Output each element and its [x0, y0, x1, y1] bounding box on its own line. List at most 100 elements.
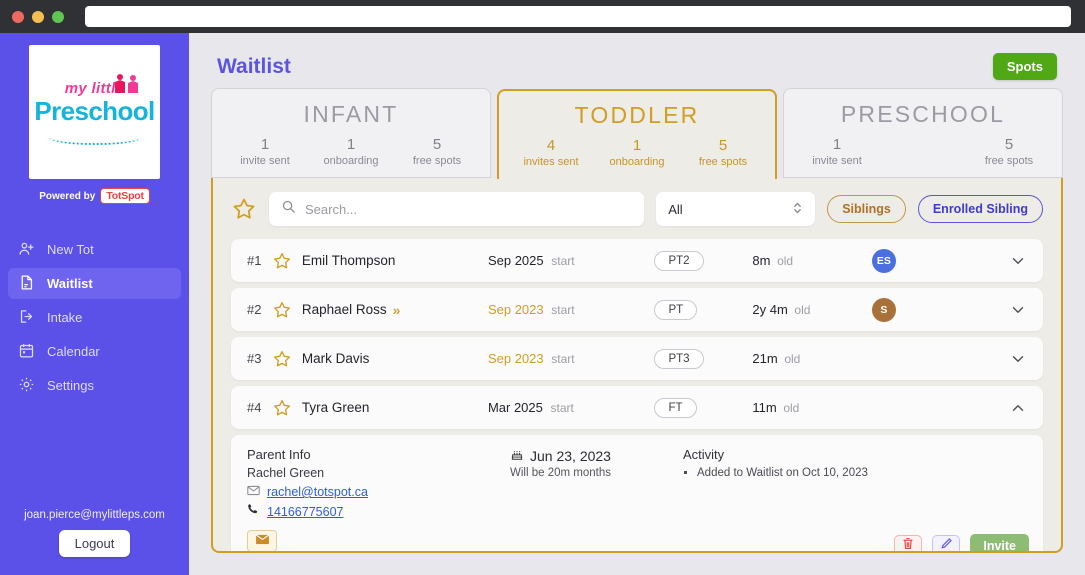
chevron-down-icon[interactable]	[1009, 301, 1027, 319]
chevron-down-icon[interactable]	[1009, 252, 1027, 270]
sidebar-item-waitlist[interactable]: Waitlist	[8, 268, 181, 299]
spots-button[interactable]: Spots	[993, 53, 1057, 80]
search-box[interactable]	[269, 192, 644, 226]
enrolled-sibling-filter-chip[interactable]: Enrolled Sibling	[918, 195, 1043, 223]
row-star-icon[interactable]	[272, 349, 301, 369]
row-schedule-tag: PT	[654, 300, 697, 320]
sidebar-item-new-tot[interactable]: New Tot	[8, 234, 181, 265]
page-header: Waitlist Spots	[189, 33, 1085, 88]
sidebar-item-label: Intake	[47, 310, 82, 325]
table-row[interactable]: #3 Mark Davis Sep 2023 start PT3	[231, 337, 1043, 380]
stat-label: invites sent	[508, 156, 594, 168]
stat-empty	[880, 136, 966, 167]
tab-infant[interactable]: INFANT 1 invite sent 1 onboarding 5 free…	[211, 88, 491, 178]
row-child-name: Tyra Green	[302, 400, 370, 415]
row-star-icon[interactable]	[272, 300, 301, 320]
tab-toddler[interactable]: TODDLER 4 invites sent 1 onboarding 5 fr…	[497, 89, 777, 179]
powered-by-label: Powered by	[39, 191, 95, 202]
close-window-button[interactable]	[12, 11, 24, 23]
activity-heading: Activity	[683, 447, 1027, 462]
table-row[interactable]: #2 Raphael Ross » Sep 2023 start	[231, 288, 1043, 331]
search-input[interactable]	[305, 202, 632, 217]
document-icon	[18, 274, 35, 294]
row-tag-cell: PT3	[654, 349, 752, 369]
minimize-window-button[interactable]	[32, 11, 44, 23]
stat-invites-sent: 4 invites sent	[508, 137, 594, 168]
row-rank: #2	[247, 302, 272, 317]
tab-preschool[interactable]: PRESCHOOL 1 invite sent 5 free spots	[783, 88, 1063, 178]
trash-icon	[902, 537, 914, 553]
row-schedule-tag: PT3	[654, 349, 703, 369]
stat-free-spots: 5 free spots	[680, 137, 766, 168]
sidebar-item-intake[interactable]: Intake	[8, 302, 181, 333]
logo-line-2: Preschool	[34, 96, 154, 127]
row-start-label: start	[551, 254, 574, 268]
sidebar-item-settings[interactable]: Settings	[8, 370, 181, 401]
parent-phone-line: 14166775607	[247, 503, 492, 521]
stat-free-spots: 5 free spots	[394, 136, 480, 167]
browser-chrome	[0, 0, 1085, 33]
birth-date-row: Jun 23, 2023	[510, 447, 665, 464]
invite-button[interactable]: Invite	[970, 534, 1029, 553]
chevron-down-icon[interactable]	[1009, 350, 1027, 368]
sidebar-item-label: Waitlist	[47, 276, 93, 291]
main-content: Waitlist Spots INFANT 1 invite sent 1 on…	[189, 33, 1085, 575]
row-age-cell: 21m old	[752, 351, 871, 366]
sidebar-item-label: New Tot	[47, 242, 94, 257]
row-age-label: old	[784, 352, 800, 366]
url-bar[interactable]	[85, 6, 1071, 27]
sidebar-item-label: Settings	[47, 378, 94, 393]
row-tag-cell: PT2	[654, 251, 752, 271]
delete-button[interactable]	[894, 535, 922, 553]
maximize-window-button[interactable]	[52, 11, 64, 23]
double-chevron-right-icon[interactable]: »	[393, 302, 401, 318]
stat-value: 1	[594, 137, 680, 154]
row-star-icon[interactable]	[272, 251, 301, 271]
powered-by: Powered by TotSpot	[39, 188, 150, 204]
logout-button[interactable]: Logout	[59, 530, 131, 557]
row-age-cell: 2y 4m old	[752, 302, 871, 317]
stat-value: 5	[680, 137, 766, 154]
status-badge: S	[872, 298, 896, 322]
waitlist-panel: All Siblings Enrolled Sibling #1	[211, 178, 1063, 553]
stat-label: onboarding	[308, 155, 394, 167]
row-rank: #4	[247, 400, 272, 415]
stat-label: onboarding	[594, 156, 680, 168]
chevron-up-icon[interactable]	[1009, 399, 1027, 417]
stat-value: 1	[308, 136, 394, 153]
table-row[interactable]: #4 Tyra Green Mar 2025 start FT	[231, 386, 1043, 429]
row-age: 2y 4m	[752, 302, 787, 317]
row-start-label: start	[551, 352, 574, 366]
send-email-button[interactable]	[247, 530, 277, 552]
edit-button[interactable]	[932, 535, 960, 553]
row-age-label: old	[783, 401, 799, 415]
phone-icon	[247, 503, 260, 521]
status-filter-value: All	[668, 202, 682, 217]
search-icon	[281, 199, 296, 219]
waitlist-rows: #1 Emil Thompson Sep 2025 start PT	[231, 239, 1043, 553]
stat-onboarding: 1 onboarding	[308, 136, 394, 167]
activity-list: Added to Waitlist on Oct 10, 2023	[697, 466, 1027, 482]
birthday-column: Jun 23, 2023 Will be 20m months	[510, 447, 665, 552]
stat-invite-sent: 1 invite sent	[794, 136, 880, 167]
row-star-icon[interactable]	[272, 398, 301, 418]
star-filter-icon[interactable]	[231, 196, 257, 222]
status-badge: ES	[872, 249, 896, 273]
table-row[interactable]: #1 Emil Thompson Sep 2025 start PT	[231, 239, 1043, 282]
row-start-date-cell: Mar 2025 start	[488, 400, 655, 415]
parent-email-link[interactable]: rachel@totspot.ca	[267, 485, 368, 499]
sidebar-item-calendar[interactable]: Calendar	[8, 336, 181, 367]
stat-label: free spots	[394, 155, 480, 167]
user-plus-icon	[18, 240, 35, 260]
stat-label: free spots	[966, 155, 1052, 167]
totspot-brand-badge: TotSpot	[100, 188, 149, 204]
user-email: joan.pierce@mylittleps.com	[0, 509, 189, 521]
two-children-icon	[112, 73, 142, 100]
detail-action-buttons: Invite	[894, 534, 1029, 553]
row-age-cell: 8m old	[752, 253, 871, 268]
status-filter-select[interactable]: All	[656, 192, 815, 226]
siblings-filter-chip[interactable]: Siblings	[827, 195, 906, 223]
row-start-date: Mar 2025	[488, 400, 543, 415]
parent-email-line: rachel@totspot.ca	[247, 483, 492, 501]
parent-phone-link[interactable]: 14166775607	[267, 505, 343, 519]
